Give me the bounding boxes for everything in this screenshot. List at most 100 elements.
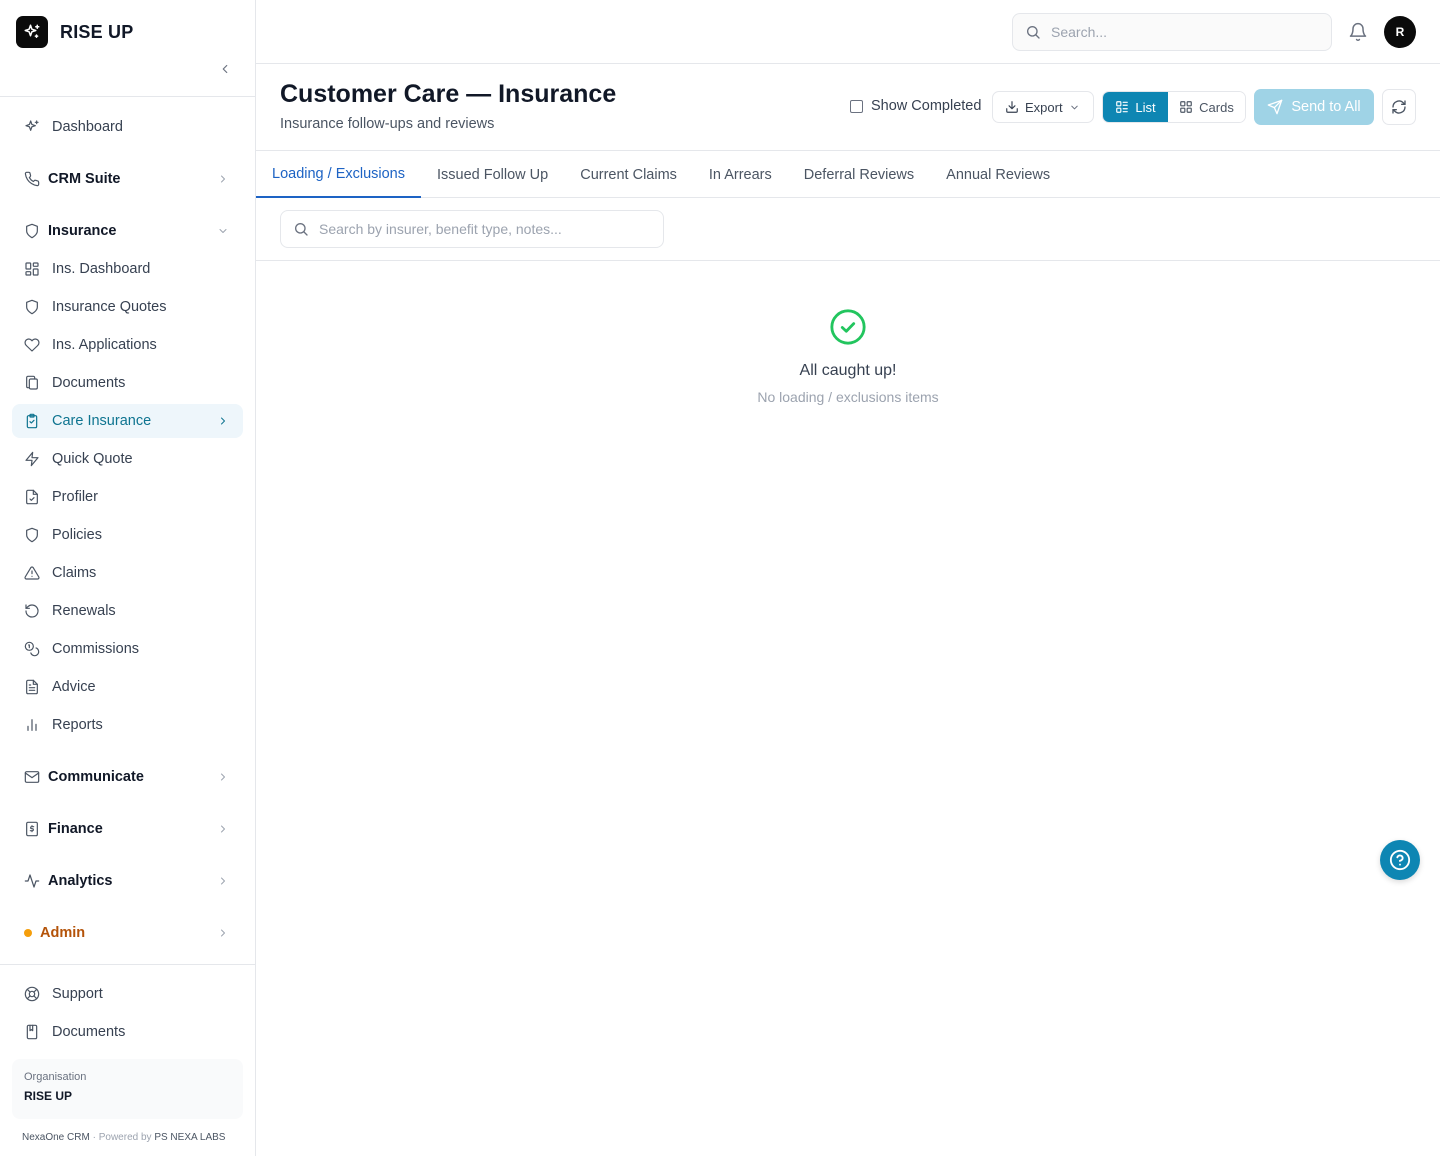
sidebar-section-communicate[interactable]: Communicate: [12, 760, 243, 794]
sidebar-item-advice[interactable]: Advice: [12, 670, 243, 704]
global-search[interactable]: [1012, 13, 1332, 51]
sidebar-item-label: Profiler: [52, 489, 98, 505]
coins-icon: [24, 641, 40, 657]
sidebar-item-ins-dashboard[interactable]: Ins. Dashboard: [12, 252, 243, 286]
files-icon: [26, 375, 38, 390]
page-subtitle: Insurance follow-ups and reviews: [280, 116, 495, 132]
footer-powered-by: Powered by: [98, 1132, 152, 1143]
sidebar-item-label: Documents: [52, 1024, 126, 1040]
tab-search[interactable]: [280, 210, 664, 248]
sidebar-item-dashboard[interactable]: Dashboard: [12, 110, 243, 144]
chevron-left-icon: [222, 64, 228, 74]
sidebar-section-label: Analytics: [48, 873, 113, 889]
shield-icon: [26, 223, 38, 239]
sidebar-section-admin[interactable]: Admin: [12, 916, 243, 950]
chevron-right-icon: [221, 773, 225, 781]
admin-status-dot: [24, 929, 32, 937]
sidebar-item-label: Insurance Quotes: [52, 299, 167, 315]
view-toggle: List Cards: [1102, 91, 1246, 123]
organisation-label: Organisation: [24, 1071, 87, 1083]
sidebar-item-label: Renewals: [52, 603, 116, 619]
sidebar-item-claims[interactable]: Claims: [12, 556, 243, 590]
footer-company: PS NEXA LABS: [154, 1132, 226, 1143]
chevron-down-icon: [219, 229, 227, 233]
sidebar-item-documents[interactable]: Documents: [12, 366, 243, 400]
layout-grid-icon: [25, 262, 39, 276]
empty-state-title: All caught up!: [799, 362, 897, 379]
sidebar-item-quick-quote[interactable]: Quick Quote: [12, 442, 243, 476]
sidebar-divider: [0, 96, 255, 97]
avatar[interactable]: R: [1384, 16, 1416, 48]
chevron-right-icon: [221, 417, 225, 425]
show-completed-checkbox[interactable]: [850, 99, 863, 113]
sidebar-section-insurance[interactable]: Insurance: [12, 214, 243, 248]
tab-current-claims[interactable]: Current Claims: [564, 151, 693, 198]
sidebar-section-crm-suite[interactable]: CRM Suite: [12, 162, 243, 196]
sidebar-item-label: Ins. Applications: [52, 337, 157, 353]
shield-icon: [26, 299, 38, 315]
sidebar-item-label: Dashboard: [52, 119, 123, 135]
list-view-button[interactable]: List: [1103, 92, 1168, 122]
refresh-button[interactable]: [1382, 89, 1416, 125]
sidebar-item-label: Policies: [52, 527, 102, 543]
tab-loading-exclusions[interactable]: Loading / Exclusions: [256, 151, 421, 198]
tab-search-input[interactable]: [319, 221, 649, 237]
sidebar-item-policies[interactable]: Policies: [12, 518, 243, 552]
sidebar-item-support[interactable]: Support: [12, 977, 243, 1011]
global-search-input[interactable]: [1051, 24, 1311, 40]
bar-chart-icon: [27, 719, 37, 731]
brand-name: RISE UP: [60, 21, 134, 42]
phone-icon: [24, 171, 40, 187]
sidebar-item-insurance-quotes[interactable]: Insurance Quotes: [12, 290, 243, 324]
help-circle-icon: [1389, 849, 1411, 871]
sidebar-item-label: Advice: [52, 679, 96, 695]
shield-icon: [26, 527, 38, 543]
sparkles-icon: [25, 120, 39, 131]
sidebar-item-label: Support: [52, 986, 103, 1002]
send-to-all-label: Send to All: [1291, 99, 1361, 115]
tab-in-arrears[interactable]: In Arrears: [693, 151, 788, 198]
sidebar-section-label: Finance: [48, 821, 103, 837]
sidebar-item-documents-bottom[interactable]: Documents: [12, 1015, 243, 1049]
cards-view-label: Cards: [1199, 99, 1234, 115]
chevron-down-icon: [1070, 105, 1078, 109]
organisation-name: RISE UP: [24, 1089, 73, 1103]
tab-annual-reviews[interactable]: Annual Reviews: [930, 151, 1066, 198]
export-button[interactable]: Export: [992, 91, 1094, 123]
sidebar-section-label: Insurance: [48, 223, 117, 239]
list-icon: [1116, 101, 1129, 113]
send-icon: [1267, 99, 1283, 115]
sidebar-item-care-insurance[interactable]: Care Insurance: [12, 404, 243, 438]
tab-issued-follow-up[interactable]: Issued Follow Up: [421, 151, 564, 198]
alert-triangle-icon: [24, 566, 40, 580]
sidebar-section-finance[interactable]: Finance: [12, 812, 243, 846]
sidebar-item-reports[interactable]: Reports: [12, 708, 243, 742]
sidebar-item-label: Reports: [52, 717, 103, 733]
book-icon: [26, 1024, 38, 1040]
page-title: Customer Care — Insurance: [280, 80, 617, 108]
content-divider: [256, 260, 1440, 261]
brand[interactable]: RISE UP: [16, 16, 133, 48]
sidebar-item-commissions[interactable]: Commissions: [12, 632, 243, 666]
cards-view-button[interactable]: Cards: [1168, 92, 1245, 122]
sidebar: RISE UP Dashboard CRM Suite Insurance In…: [0, 0, 256, 1156]
search-icon: [1027, 26, 1040, 39]
sidebar-item-profiler[interactable]: Profiler: [12, 480, 243, 514]
sidebar-item-label: Claims: [52, 565, 97, 581]
rotate-ccw-icon: [25, 604, 39, 618]
show-completed-toggle[interactable]: Show Completed: [850, 98, 981, 114]
clipboard-check-icon: [26, 413, 38, 429]
chevron-right-icon: [221, 877, 225, 885]
organisation-card[interactable]: Organisation RISE UP: [12, 1059, 243, 1119]
sidebar-section-analytics[interactable]: Analytics: [12, 864, 243, 898]
zap-icon: [25, 451, 39, 467]
sidebar-item-renewals[interactable]: Renewals: [12, 594, 243, 628]
file-check-icon: [26, 489, 38, 505]
tab-deferral-reviews[interactable]: Deferral Reviews: [788, 151, 930, 198]
send-to-all-button[interactable]: Send to All: [1254, 89, 1374, 125]
help-button[interactable]: [1380, 840, 1420, 880]
download-icon: [1006, 101, 1018, 113]
collapse-sidebar-button[interactable]: [216, 60, 234, 78]
bell-icon[interactable]: [1348, 22, 1368, 42]
sidebar-item-ins-applications[interactable]: Ins. Applications: [12, 328, 243, 362]
